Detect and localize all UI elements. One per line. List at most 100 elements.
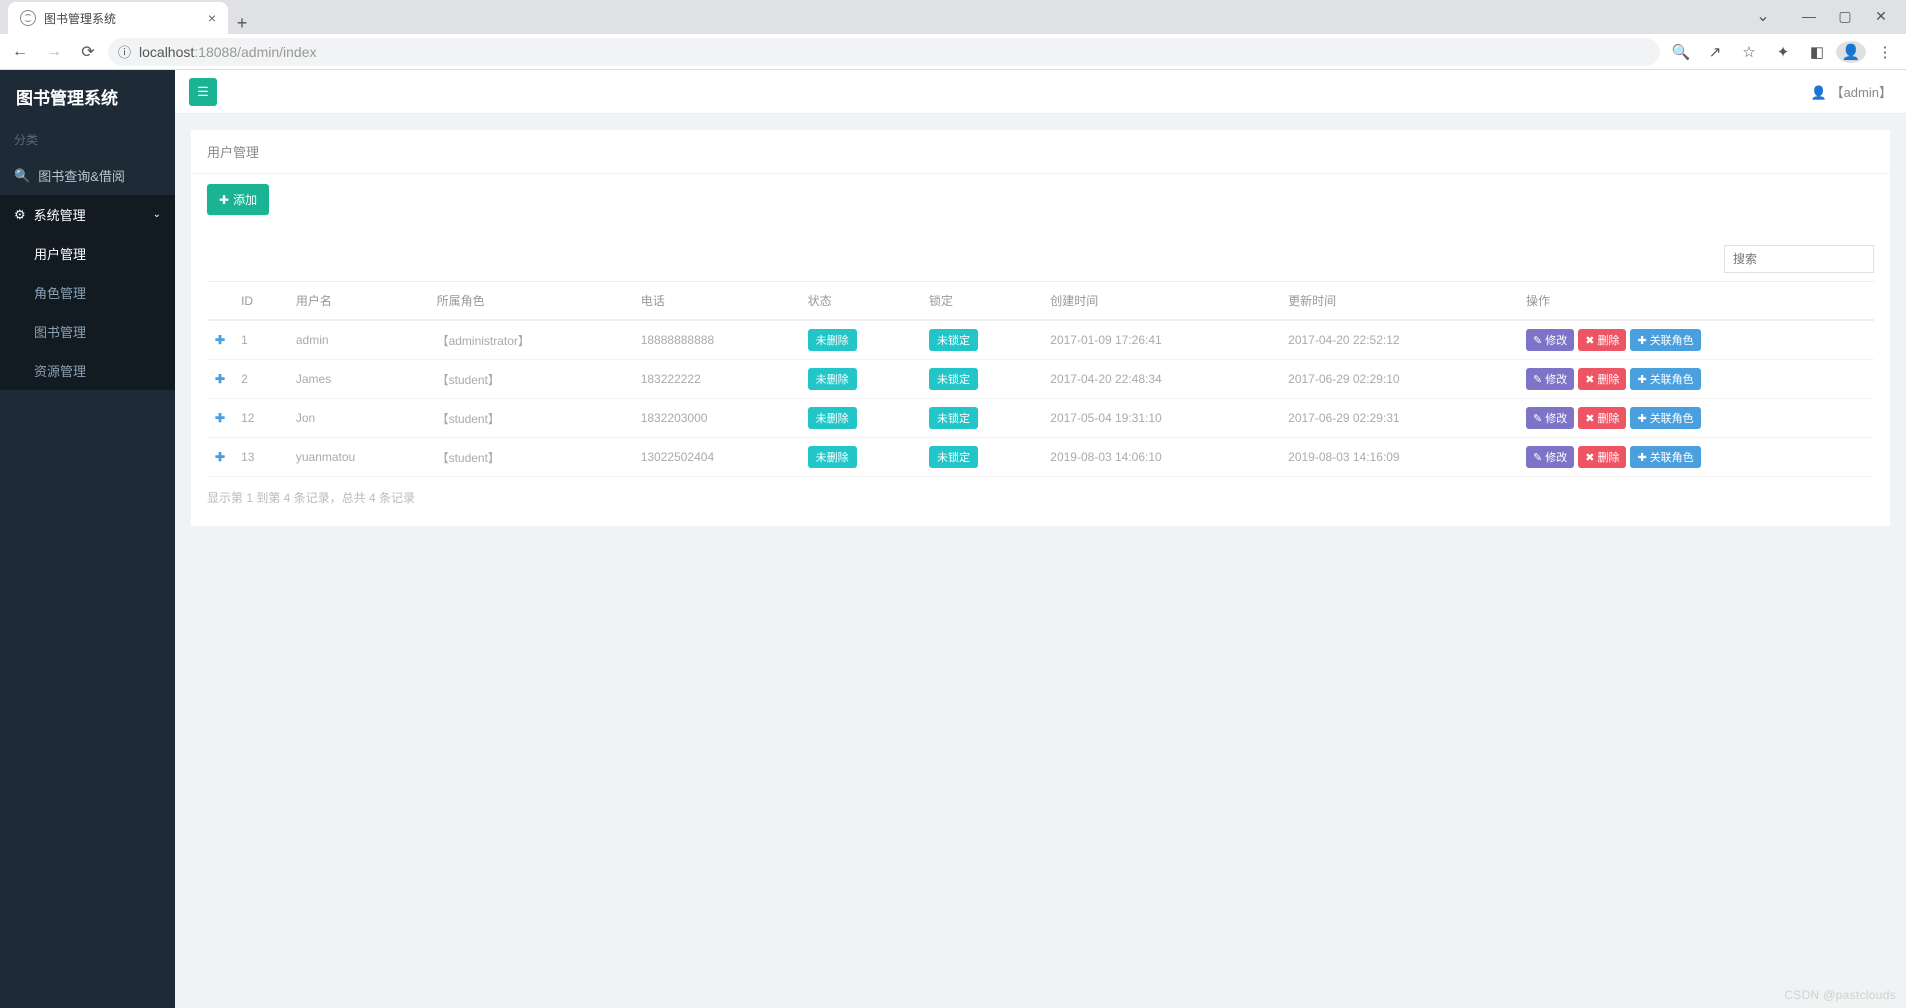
sidebar-item-system[interactable]: ⚙ 系统管理 ⌄: [0, 195, 175, 234]
menu-icon[interactable]: ⋮: [1870, 43, 1900, 61]
delete-icon: ✖: [1585, 334, 1594, 347]
sidepanel-icon[interactable]: ◧: [1802, 43, 1832, 61]
table-row: ✚ 1 admin 【administrator】 18888888888 未删…: [207, 320, 1874, 360]
chevron-down-icon: ⌄: [153, 209, 161, 220]
chevron-down-icon[interactable]: ⌄: [1746, 6, 1780, 26]
assign-role-button[interactable]: ✚ 关联角色: [1630, 407, 1700, 429]
delete-button[interactable]: ✖ 删除: [1578, 329, 1626, 351]
sidebar-item-user[interactable]: 用户管理: [0, 234, 175, 273]
assign-role-button[interactable]: ✚ 关联角色: [1630, 368, 1700, 390]
table-row: ✚ 12 Jon 【student】 1832203000 未删除 未锁定 20…: [207, 399, 1874, 438]
sidebar-item-role[interactable]: 角色管理: [0, 273, 175, 312]
assign-role-button[interactable]: ✚ 关联角色: [1630, 329, 1700, 351]
cell-phone: 18888888888: [633, 320, 800, 360]
profile-avatar[interactable]: 👤: [1836, 41, 1866, 63]
cell-status: 未删除: [800, 320, 921, 360]
plus-icon: ✚: [1637, 451, 1646, 464]
col-username[interactable]: 用户名: [288, 282, 429, 321]
edit-icon: ✎: [1533, 451, 1542, 464]
panel: 用户管理 ✚ 添加 ID 用户名 所属角色: [191, 130, 1890, 526]
expand-icon[interactable]: ✚: [207, 320, 233, 360]
forward-button[interactable]: →: [40, 38, 68, 66]
lock-badge[interactable]: 未锁定: [929, 329, 978, 351]
delete-button[interactable]: ✖ 删除: [1578, 368, 1626, 390]
cell-username: admin: [288, 320, 429, 360]
new-tab-button[interactable]: +: [228, 13, 256, 34]
search-input[interactable]: [1724, 245, 1874, 273]
lock-badge[interactable]: 未锁定: [929, 407, 978, 429]
toggle-sidebar-button[interactable]: ☰: [189, 78, 217, 106]
browser-tab[interactable]: 图书管理系统 ×: [8, 2, 228, 34]
sidebar-item-label: 系统管理: [34, 205, 86, 224]
cell-updated: 2017-06-29 02:29:10: [1280, 360, 1518, 399]
main-header: ☰ 👤 【admin】: [175, 70, 1906, 114]
expand-icon[interactable]: ✚: [207, 438, 233, 477]
cell-created: 2017-05-04 19:31:10: [1042, 399, 1280, 438]
tab-bar: 图书管理系统 × + ⌄ — ▢ ✕: [0, 0, 1906, 34]
sidebar-item-book-query[interactable]: 🔍 图书查询&借阅: [0, 156, 175, 195]
col-created[interactable]: 创建时间: [1042, 282, 1280, 321]
add-button[interactable]: ✚ 添加: [207, 184, 269, 215]
table-header-row: ID 用户名 所属角色 电话 状态 锁定 创建时间 更新时间 操作: [207, 282, 1874, 321]
edit-button[interactable]: ✎ 修改: [1526, 368, 1574, 390]
col-phone[interactable]: 电话: [633, 282, 800, 321]
cell-created: 2019-08-03 14:06:10: [1042, 438, 1280, 477]
sidebar-item-resource[interactable]: 资源管理: [0, 351, 175, 390]
edit-button[interactable]: ✎ 修改: [1526, 329, 1574, 351]
expand-icon[interactable]: ✚: [207, 399, 233, 438]
cell-phone: 1832203000: [633, 399, 800, 438]
col-status[interactable]: 状态: [800, 282, 921, 321]
cell-lock: 未锁定: [921, 399, 1042, 438]
sidebar-submenu: 用户管理 角色管理 图书管理 资源管理: [0, 234, 175, 390]
toolbar-right: 🔍 ↗ ☆ ✦ ◧ 👤 ⋮: [1666, 41, 1900, 63]
sidebar-item-label: 资源管理: [34, 361, 86, 380]
cell-created: 2017-04-20 22:48:34: [1042, 360, 1280, 399]
url-text: localhost:18088/admin/index: [139, 44, 316, 60]
main: ☰ 👤 【admin】 用户管理 ✚ 添加: [175, 70, 1906, 1008]
sidebar: 图书管理系统 分类 🔍 图书查询&借阅 ⚙ 系统管理 ⌄ 用户管理 角色管理 图…: [0, 70, 175, 1008]
back-button[interactable]: ←: [6, 38, 34, 66]
cell-status: 未删除: [800, 360, 921, 399]
sidebar-item-label: 用户管理: [34, 244, 86, 263]
delete-button[interactable]: ✖ 删除: [1578, 446, 1626, 468]
status-badge[interactable]: 未删除: [808, 368, 857, 390]
delete-icon: ✖: [1585, 451, 1594, 464]
watermark: CSDN @pastclouds: [1784, 988, 1896, 1002]
expand-icon[interactable]: ✚: [207, 360, 233, 399]
gear-icon: ⚙: [14, 207, 26, 223]
close-icon[interactable]: ×: [208, 10, 216, 26]
plus-icon: ✚: [219, 193, 229, 207]
panel-title: 用户管理: [191, 130, 1890, 174]
pagination-info: 显示第 1 到第 4 条记录，总共 4 条记录: [207, 489, 1874, 506]
col-ops[interactable]: 操作: [1518, 282, 1874, 321]
status-badge[interactable]: 未删除: [808, 446, 857, 468]
extensions-icon[interactable]: ✦: [1768, 43, 1798, 61]
lock-badge[interactable]: 未锁定: [929, 446, 978, 468]
col-lock[interactable]: 锁定: [921, 282, 1042, 321]
maximize-button[interactable]: ▢: [1828, 8, 1862, 25]
status-badge[interactable]: 未删除: [808, 329, 857, 351]
edit-button[interactable]: ✎ 修改: [1526, 446, 1574, 468]
cell-ops: ✎ 修改 ✖ 删除 ✚ 关联角色: [1518, 438, 1874, 477]
sidebar-item-book[interactable]: 图书管理: [0, 312, 175, 351]
address-bar[interactable]: ⓘ localhost:18088/admin/index: [108, 38, 1660, 66]
lock-badge[interactable]: 未锁定: [929, 368, 978, 390]
user-menu[interactable]: 👤 【admin】: [1811, 82, 1892, 101]
assign-role-button[interactable]: ✚ 关联角色: [1630, 446, 1700, 468]
col-role[interactable]: 所属角色: [429, 282, 633, 321]
minimize-button[interactable]: —: [1792, 8, 1826, 24]
browser-chrome: 图书管理系统 × + ⌄ — ▢ ✕ ← → ⟳ ⓘ localhost:180…: [0, 0, 1906, 70]
edit-button[interactable]: ✎ 修改: [1526, 407, 1574, 429]
delete-button[interactable]: ✖ 删除: [1578, 407, 1626, 429]
col-updated[interactable]: 更新时间: [1280, 282, 1518, 321]
brand: 图书管理系统: [0, 70, 175, 123]
close-window-button[interactable]: ✕: [1864, 8, 1898, 25]
cell-updated: 2019-08-03 14:16:09: [1280, 438, 1518, 477]
share-icon[interactable]: ↗: [1700, 43, 1730, 61]
reload-button[interactable]: ⟳: [74, 38, 102, 66]
status-badge[interactable]: 未删除: [808, 407, 857, 429]
col-expand: [207, 282, 233, 321]
col-id[interactable]: ID: [233, 282, 288, 321]
zoom-icon[interactable]: 🔍: [1666, 43, 1696, 61]
bookmark-icon[interactable]: ☆: [1734, 43, 1764, 61]
